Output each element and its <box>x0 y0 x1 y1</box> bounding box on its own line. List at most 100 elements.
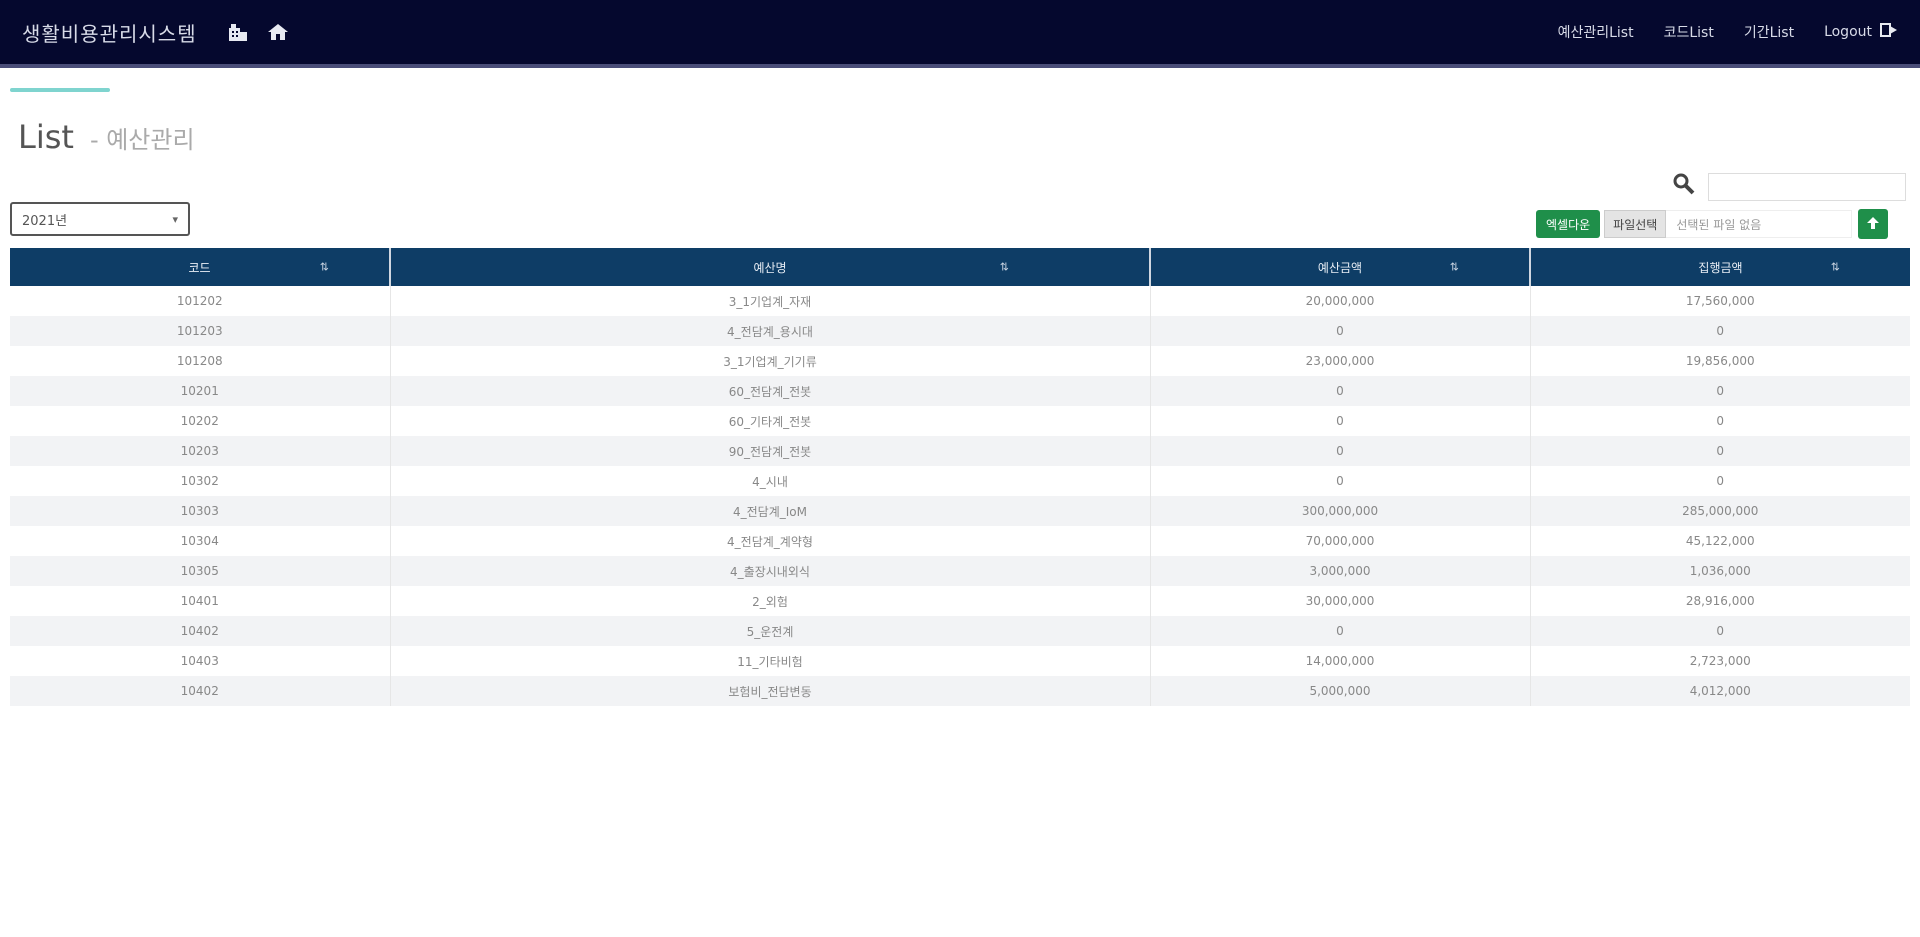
search-input[interactable] <box>1708 173 1906 201</box>
table-row[interactable]: 10202 60_기타계_전봇 0 0 <box>10 406 1910 436</box>
cell-name: 4_시내 <box>390 466 1151 496</box>
column-header-budget[interactable]: 예산금액 ⇅ <box>1150 248 1531 286</box>
cell-spent: 28,916,000 <box>1530 586 1910 616</box>
cell-spent: 0 <box>1530 616 1910 646</box>
file-select-button[interactable]: 파일선택 <box>1604 210 1667 238</box>
cell-name: 4_출장시내외식 <box>390 556 1151 586</box>
table-row[interactable]: 10402 보험비_전담변동 5,000,000 4,012,000 <box>10 676 1910 706</box>
table-row[interactable]: 10303 4_전담계_IoM 300,000,000 285,000,000 <box>10 496 1910 526</box>
column-header-code[interactable]: 코드 ⇅ <box>10 248 391 286</box>
cell-budget: 23,000,000 <box>1150 346 1531 376</box>
column-header-name[interactable]: 예산명 ⇅ <box>390 248 1151 286</box>
upload-icon <box>1866 215 1880 234</box>
sort-icon[interactable]: ⇅ <box>1450 261 1459 274</box>
cell-budget: 70,000,000 <box>1150 526 1531 556</box>
cell-name: 4_전담계_IoM <box>390 496 1151 526</box>
cell-code: 10305 <box>10 556 391 586</box>
search-bar <box>1672 172 1906 202</box>
cell-name: 보험비_전담변동 <box>390 676 1151 706</box>
cell-spent: 1,036,000 <box>1530 556 1910 586</box>
cell-code: 10203 <box>10 436 391 466</box>
cell-name: 60_전담계_전봇 <box>390 376 1151 406</box>
search-icon <box>1672 172 1696 202</box>
table-row[interactable]: 101202 3_1기업계_자재 20,000,000 17,560,000 <box>10 286 1910 316</box>
cell-budget: 20,000,000 <box>1150 286 1531 316</box>
cell-code: 10304 <box>10 526 391 556</box>
cell-budget: 300,000,000 <box>1150 496 1531 526</box>
cell-name: 2_외험 <box>390 586 1151 616</box>
table-row[interactable]: 101208 3_1기업계_기기류 23,000,000 19,856,000 <box>10 346 1910 376</box>
year-select[interactable]: 2021년 ▾ <box>10 202 190 236</box>
sort-icon[interactable]: ⇅ <box>1000 261 1009 274</box>
table-row[interactable]: 10402 5_운전계 0 0 <box>10 616 1910 646</box>
table-row[interactable]: 101203 4_전담계_용시대 0 0 <box>10 316 1910 346</box>
exit-icon <box>1880 22 1898 42</box>
cell-budget: 3,000,000 <box>1150 556 1531 586</box>
cell-spent: 4,012,000 <box>1530 676 1910 706</box>
cell-budget: 5,000,000 <box>1150 676 1531 706</box>
chevron-down-icon: ▾ <box>172 212 178 226</box>
cell-budget: 0 <box>1150 436 1531 466</box>
table-row[interactable]: 10201 60_전담계_전봇 0 0 <box>10 376 1910 406</box>
cell-name: 90_전담계_전봇 <box>390 436 1151 466</box>
cell-code: 10402 <box>10 616 391 646</box>
cell-spent: 19,856,000 <box>1530 346 1910 376</box>
upload-button[interactable] <box>1858 209 1889 239</box>
column-header-label: 집행금액 <box>1698 260 1743 275</box>
cell-code: 10402 <box>10 676 391 706</box>
column-header-spent[interactable]: 집행금액 ⇅ <box>1530 248 1910 286</box>
cell-code: 10303 <box>10 496 391 526</box>
cell-code: 10202 <box>10 406 391 436</box>
column-header-label: 코드 <box>188 260 211 275</box>
accent-underline <box>10 88 110 92</box>
table-row[interactable]: 10203 90_전담계_전봇 0 0 <box>10 436 1910 466</box>
cell-spent: 0 <box>1530 316 1910 346</box>
column-header-label: 예산명 <box>753 260 787 275</box>
cell-spent: 45,122,000 <box>1530 526 1910 556</box>
cell-spent: 0 <box>1530 406 1910 436</box>
cell-code: 10401 <box>10 586 391 616</box>
logout-button[interactable]: Logout <box>1824 22 1898 42</box>
cell-budget: 0 <box>1150 466 1531 496</box>
table-row[interactable]: 10304 4_전담계_계약형 70,000,000 45,122,000 <box>10 526 1910 556</box>
cell-budget: 0 <box>1150 376 1531 406</box>
home-icon[interactable] <box>267 22 289 42</box>
cell-name: 4_전담계_용시대 <box>390 316 1151 346</box>
nav-links: 예산관리List 코드List 기간List Logout <box>1558 22 1898 42</box>
cell-spent: 285,000,000 <box>1530 496 1910 526</box>
cell-name: 11_기타비험 <box>390 646 1151 676</box>
year-select-value: 2021년 <box>22 213 68 229</box>
cell-spent: 0 <box>1530 436 1910 466</box>
cell-budget: 14,000,000 <box>1150 646 1531 676</box>
excel-download-button[interactable]: 엑셀다운 <box>1536 210 1601 238</box>
nav-link-code-list[interactable]: 코드List <box>1664 22 1714 42</box>
cell-spent: 0 <box>1530 376 1910 406</box>
table-body: 101202 3_1기업계_자재 20,000,000 17,560,000 10120… <box>10 286 1910 706</box>
nav-link-budget-list[interactable]: 예산관리List <box>1558 22 1634 42</box>
cell-code: 101202 <box>10 286 391 316</box>
sort-icon[interactable]: ⇅ <box>1831 261 1840 274</box>
cell-code: 101203 <box>10 316 391 346</box>
building-icon[interactable] <box>227 22 249 42</box>
table-header-row: 코드 ⇅ 예산명 ⇅ 예산금액 ⇅ 집행금액 ⇅ <box>10 248 1910 286</box>
cell-name: 60_기타계_전봇 <box>390 406 1151 436</box>
table-row[interactable]: 10305 4_출장시내외식 3,000,000 1,036,000 <box>10 556 1910 586</box>
budget-table: 코드 ⇅ 예산명 ⇅ 예산금액 ⇅ 집행금액 ⇅ 101202 3_1기업계_자재… <box>10 248 1910 706</box>
nav-link-period-list[interactable]: 기간List <box>1744 22 1794 42</box>
cell-budget: 0 <box>1150 616 1531 646</box>
cell-name: 3_1기업계_기기류 <box>390 346 1151 376</box>
app-brand[interactable]: 생활비용관리시스템 <box>22 18 197 47</box>
table-row[interactable]: 10401 2_외험 30,000,000 28,916,000 <box>10 586 1910 616</box>
cell-spent: 0 <box>1530 466 1910 496</box>
table-row[interactable]: 10302 4_시내 0 0 <box>10 466 1910 496</box>
cell-name: 3_1기업계_자재 <box>390 286 1151 316</box>
cell-budget: 0 <box>1150 406 1531 436</box>
sort-icon[interactable]: ⇅ <box>320 261 329 274</box>
cell-budget: 30,000,000 <box>1150 586 1531 616</box>
cell-budget: 0 <box>1150 316 1531 346</box>
cell-code: 10403 <box>10 646 391 676</box>
page-title-sub: - 예산관리 <box>89 126 195 154</box>
cell-code: 10201 <box>10 376 391 406</box>
table-row[interactable]: 10403 11_기타비험 14,000,000 2,723,000 <box>10 646 1910 676</box>
cell-name: 5_운전계 <box>390 616 1151 646</box>
